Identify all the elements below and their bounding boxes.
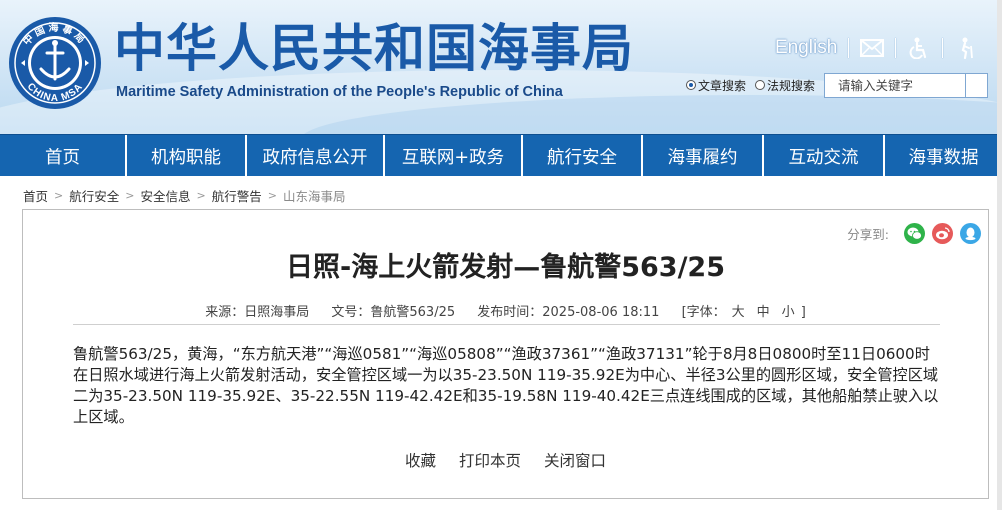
main-nav: 首页 机构职能 政府信息公开 互联网+政务 航行安全 海事履约 互动交流 海事数… bbox=[0, 134, 1002, 177]
breadcrumb-nav-warning[interactable]: 航行警告 bbox=[212, 186, 262, 205]
nav-item-functions[interactable]: 机构职能 bbox=[127, 135, 247, 177]
article-actions: 收藏 打印本页 关闭窗口 bbox=[23, 449, 988, 471]
separator bbox=[942, 38, 944, 58]
separator bbox=[895, 38, 897, 58]
breadcrumb-safety-info[interactable]: 安全信息 bbox=[140, 186, 190, 205]
scrollbar[interactable] bbox=[997, 0, 1002, 510]
nav-item-gov-info[interactable]: 政府信息公开 bbox=[247, 135, 385, 177]
search-bar: 文章搜索 法规搜索 bbox=[686, 72, 989, 98]
article-title: 日照-海上火箭发射—鲁航警563/25 bbox=[286, 252, 725, 283]
wechat-icon[interactable] bbox=[904, 223, 925, 244]
radio-article-search[interactable]: 文章搜索 bbox=[686, 77, 746, 94]
search-button[interactable] bbox=[966, 72, 989, 98]
print-button[interactable]: 打印本页 bbox=[459, 452, 521, 470]
article-meta: 来源：日照海事局 文号：鲁航警563/25 发布时间：2025-08-06 18… bbox=[23, 301, 988, 320]
favorite-button[interactable]: 收藏 bbox=[405, 452, 436, 470]
article-body: 鲁航警563/25，黄海，“东方航天港”“海巡0581”“海巡05808”“渔政… bbox=[73, 345, 939, 426]
mail-icon[interactable] bbox=[860, 36, 885, 60]
elderly-mode-icon[interactable] bbox=[954, 36, 978, 60]
font-size-selector: [字体：大中小] bbox=[681, 305, 806, 320]
site-header: 中国海事局 CHINA MSA 中华人民共和国海事局 Maritime Safe… bbox=[0, 0, 1002, 134]
divider bbox=[73, 324, 940, 325]
nav-item-compliance[interactable]: 海事履约 bbox=[643, 135, 764, 177]
nav-item-internet-gov[interactable]: 互联网+政务 bbox=[385, 135, 523, 177]
search-input[interactable] bbox=[824, 72, 967, 98]
article-container: 分享到: 日照-海上火箭发射—鲁航警563/25 来源：日照海事局 文号：鲁航警… bbox=[22, 209, 989, 499]
share-label: 分享到: bbox=[847, 227, 889, 242]
chevron-right-icon: > bbox=[125, 188, 135, 202]
site-title[interactable]: 中华人民共和国海事局 bbox=[114, 20, 634, 80]
radio-dot[interactable] bbox=[755, 80, 766, 90]
share-bar: 分享到: bbox=[847, 223, 981, 244]
qq-icon[interactable] bbox=[960, 223, 981, 244]
radio-dot-selected[interactable] bbox=[686, 80, 696, 90]
radio-law-search[interactable]: 法规搜索 bbox=[755, 77, 815, 94]
chevron-right-icon: > bbox=[267, 188, 277, 202]
chevron-right-icon: > bbox=[196, 188, 206, 202]
article-doc-number: 文号：鲁航警563/25 bbox=[331, 305, 456, 320]
chevron-right-icon: > bbox=[54, 188, 64, 202]
nav-item-data[interactable]: 海事数据 bbox=[885, 135, 1002, 177]
breadcrumb-shandong[interactable]: 山东海事局 bbox=[283, 186, 346, 205]
breadcrumb: 首页 > 航行安全 > 安全信息 > 航行警告 > 山东海事局 bbox=[23, 186, 345, 204]
nav-item-interaction[interactable]: 互动交流 bbox=[764, 135, 885, 177]
separator bbox=[848, 38, 850, 58]
nav-item-nav-safety[interactable]: 航行安全 bbox=[523, 135, 643, 177]
article-source: 来源：日照海事局 bbox=[205, 305, 310, 320]
english-link[interactable]: English bbox=[775, 37, 837, 59]
font-small-button[interactable]: 小 bbox=[782, 305, 795, 320]
weibo-icon[interactable] bbox=[932, 223, 953, 244]
site-subtitle: Maritime Safety Administration of the Pe… bbox=[116, 84, 563, 100]
nav-item-home[interactable]: 首页 bbox=[0, 135, 127, 177]
msa-logo-icon[interactable] bbox=[7, 15, 103, 111]
breadcrumb-nav-safety[interactable]: 航行安全 bbox=[69, 186, 119, 205]
top-utility-links: English bbox=[775, 36, 978, 60]
accessibility-icon[interactable] bbox=[907, 36, 931, 60]
font-medium-button[interactable]: 中 bbox=[757, 305, 770, 320]
font-large-button[interactable]: 大 bbox=[732, 305, 745, 320]
article-publish-time: 发布时间：2025-08-06 18:11 bbox=[477, 305, 660, 320]
breadcrumb-home[interactable]: 首页 bbox=[23, 186, 48, 205]
close-window-button[interactable]: 关闭窗口 bbox=[544, 452, 606, 470]
